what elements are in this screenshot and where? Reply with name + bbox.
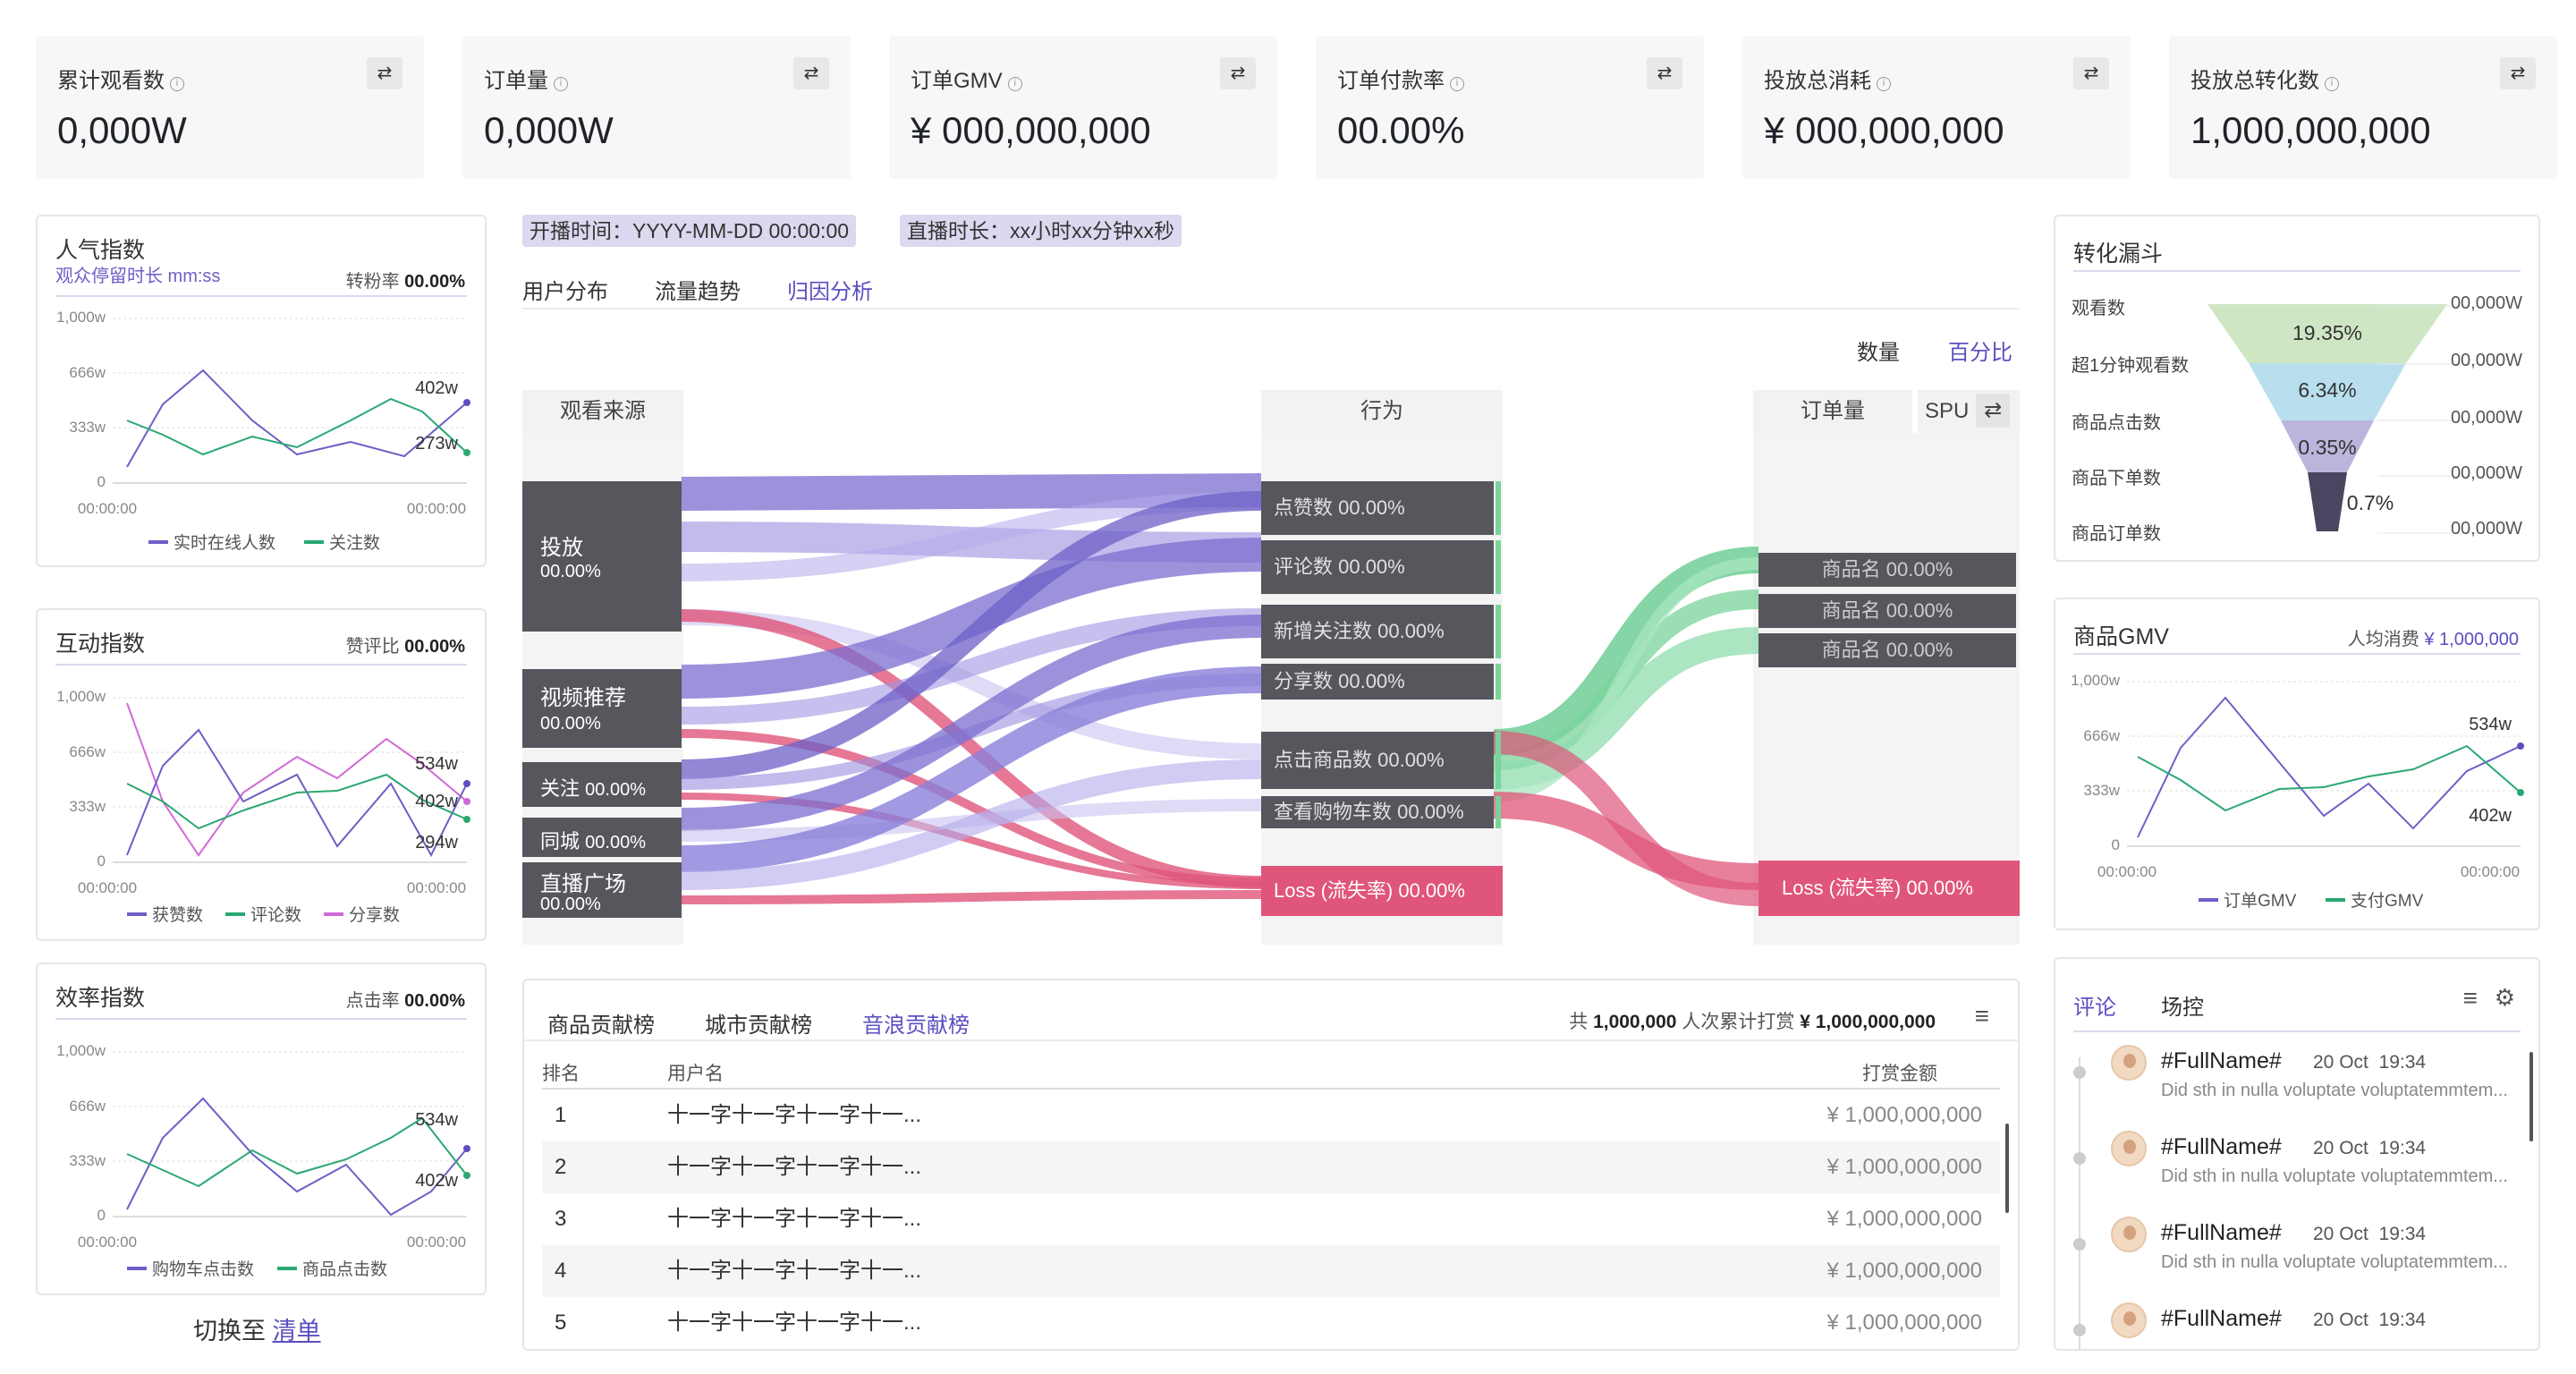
action-node-cart-views[interactable]: 查看购物车数 00.00% [1261,796,1501,828]
tab-live-control[interactable]: 场控 [2161,989,2204,1021]
scrollbar[interactable] [2005,1124,2009,1213]
col-user: 用户名 [667,1064,724,1084]
timeline-dot [2073,1238,2086,1251]
title-divider [2073,653,2521,655]
action-node-product-clicks[interactable]: 点击商品数 00.00% [1261,732,1501,789]
action-node-loss[interactable]: Loss (流失率) 00.00% [1261,866,1503,916]
gear-icon[interactable]: ⚙ [2495,984,2515,1012]
gmv-chart: 1,000w 666w 333w 0 00:00:00 00:00:00 534… [2071,672,2524,880]
table-row[interactable]: 1 十一字十一字十一字十一... ¥ 1,000,000,000 [542,1090,2000,1141]
menu-icon[interactable]: ≡ [1975,1002,1989,1030]
menu-icon[interactable]: ≡ [2463,984,2478,1013]
source-node-square[interactable]: 直播广场 00.00% [522,862,682,918]
ranking-divider [524,1039,2018,1041]
tab-gift-rank[interactable]: 音浪贡献榜 [862,1007,970,1039]
action-node-new-follow[interactable]: 新增关注数 00.00% [1261,605,1501,658]
col-rank: 排名 [542,1064,580,1084]
funnel-value: 00,000W [2450,519,2522,539]
comment-item[interactable]: #FullName# 20 Oct 19:34 Did sth in nulla v… [2111,1045,2540,1127]
y-tick: 1,000w [2071,672,2121,689]
avg-spend: 人均消费 ¥ 1,000,000 [2347,630,2519,649]
x-tick: 00:00:00 [2097,863,2157,880]
title-divider [2073,1030,2521,1032]
legend-pay-gmv[interactable]: 支付GMV [2326,887,2423,912]
table-row[interactable]: 4 十一字十一字十一字十一... ¥ 1,000,000,000 [542,1245,2000,1297]
funnel-step: 观看数 [2072,299,2125,318]
product-node[interactable]: 商品名 00.00% [1758,553,2016,587]
y-tick: 333w [2083,782,2120,799]
timeline-dot [2073,1066,2086,1079]
avatar [2111,1131,2147,1166]
ranking-panel: 商品贡献榜 城市贡献榜 音浪贡献榜 共 1,000,000 人次累计打赏 ¥ 1… [522,979,2020,1351]
series-line-pay-gmv [2137,744,2521,812]
action-node-shares[interactable]: 分享数 00.00% [1261,664,1501,700]
funnel-value: 00,000W [2450,351,2522,370]
x-tick: 00:00:00 [2461,863,2520,880]
funnel-value: 00,000W [2450,293,2522,313]
product-node[interactable]: 商品名 00.00% [1758,594,2016,628]
funnel-step: 商品下单数 [2072,469,2161,488]
card-title: 商品GMV [2073,624,2169,649]
funnel-chart: 19.35% 6.34% 0.35% 0.7% [2207,304,2485,534]
series-line-order-gmv [2137,696,2521,838]
source-node-ads[interactable]: 投放 00.00% [522,481,682,632]
comment-item[interactable]: #FullName# 20 Oct 19:34 Did sth in nulla v… [2111,1217,2540,1299]
source-node-video[interactable]: 视频推荐 00.00% [522,669,682,748]
legend-order-gmv[interactable]: 订单GMV [2199,887,2296,912]
table-row[interactable]: 5 十一字十一字十一字十一... ¥ 1,000,000,000 [542,1297,2000,1349]
end-label: 534w [2469,715,2512,734]
end-label: 402w [2469,806,2512,826]
order-node-loss[interactable]: Loss (流失率) 00.00% [1758,861,2020,916]
funnel-rate: 19.35% [2292,321,2362,344]
tab-city-rank[interactable]: 城市贡献榜 [705,1007,812,1039]
table-row[interactable]: 3 十一字十一字十一字十一... ¥ 1,000,000,000 [542,1193,2000,1245]
action-node-likes[interactable]: 点赞数 00.00% [1261,481,1501,535]
funnel-step: 商品订单数 [2072,524,2161,544]
tab-comments[interactable]: 评论 [2073,989,2116,1021]
action-node-comments[interactable]: 评论数 00.00% [1261,540,1501,594]
funnel-card: 转化漏斗 19.35% 6.34% 0.35% 0.7% [2054,215,2540,562]
comment-item[interactable]: #FullName# 20 Oct 19:34 [2111,1302,2540,1344]
source-node-follow[interactable]: 关注 00.00% [522,762,682,807]
y-tick: 0 [2112,836,2120,853]
avatar [2111,1302,2147,1338]
funnel-rate: 0.7% [2347,491,2394,514]
y-tick: 666w [2083,727,2120,744]
ranking-summary: 共 1,000,000 人次累计打赏 ¥ 1,000,000,000 [1569,1012,1936,1032]
source-node-local[interactable]: 同城 00.00% [522,818,682,857]
timeline-line [2079,1057,2080,1349]
col-amount: 打赏金额 [1862,1064,1937,1084]
avatar [2111,1217,2147,1252]
product-node[interactable]: 商品名 00.00% [1758,633,2016,667]
timeline-dot [2073,1152,2086,1165]
funnel-step: 商品点击数 [2072,413,2161,433]
funnel-rate: 0.35% [2298,436,2356,459]
comment-item[interactable]: #FullName# 20 Oct 19:34 Did sth in nulla v… [2111,1131,2540,1213]
avatar [2111,1045,2147,1081]
table-row[interactable]: 2 十一字十一字十一字十一... ¥ 1,000,000,000 [542,1141,2000,1193]
tab-product-rank[interactable]: 商品贡献榜 [547,1007,655,1039]
funnel-value: 00,000W [2450,408,2522,428]
funnel-value: 00,000W [2450,463,2522,483]
timeline-dot [2073,1324,2086,1336]
gmv-card: 商品GMV 人均消费 ¥ 1,000,000 1,000w 666w 333w … [2054,598,2540,930]
funnel-step: 超1分钟观看数 [2072,356,2190,376]
funnel-rate: 6.34% [2298,378,2356,402]
